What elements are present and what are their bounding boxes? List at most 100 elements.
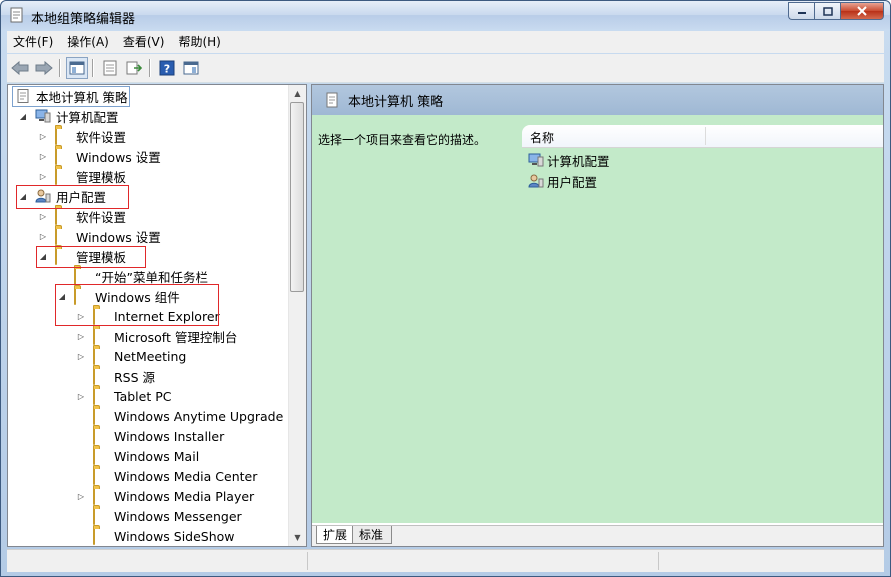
menu-help[interactable]: 帮助(H)	[172, 31, 226, 53]
tree-node-start-menu[interactable]: “开始”菜单和任务栏	[57, 266, 208, 286]
menu-action[interactable]: 操作(A)	[61, 31, 115, 53]
description-text: 选择一个项目来查看它的描述。	[318, 133, 487, 147]
tree-node-component[interactable]: Windows Media Center	[76, 466, 257, 486]
export-icon	[126, 61, 142, 75]
expand-arrow-icon[interactable]: ▷	[38, 231, 48, 241]
tree-node-uc-windows[interactable]: ▷ Windows 设置	[38, 226, 161, 246]
tree-label: Internet Explorer	[114, 308, 220, 324]
action-pane-icon	[183, 61, 199, 75]
help-button[interactable]: ?	[156, 57, 178, 79]
tree-label: Microsoft 管理控制台	[114, 329, 238, 345]
tab-standard[interactable]: 标准	[352, 526, 393, 544]
collapse-arrow-icon[interactable]: ◢	[38, 251, 48, 261]
folder-icon	[74, 288, 76, 305]
details-pane: 本地计算机 策略 选择一个项目来查看它的描述。 名称 计算机配置 用户配置 扩展…	[311, 84, 884, 547]
expand-arrow-icon[interactable]: ▷	[76, 311, 86, 321]
tree-vertical-scrollbar[interactable]: ▲ ▼	[288, 85, 306, 546]
export-list-button[interactable]	[123, 57, 145, 79]
menu-view[interactable]: 查看(V)	[117, 31, 171, 53]
tree-label: Tablet PC	[114, 388, 172, 404]
show-hide-tree-button[interactable]	[66, 57, 88, 79]
tree-node-component[interactable]: RSS 源	[76, 366, 155, 386]
tree-label: Windows Installer	[114, 428, 225, 444]
tree-node-component[interactable]: ▷ Internet Explorer	[76, 306, 220, 326]
forward-arrow-icon	[35, 61, 53, 75]
list-item-user-config[interactable]: 用户配置	[528, 171, 597, 191]
expand-arrow-icon[interactable]: ▷	[76, 391, 86, 401]
expand-arrow-icon[interactable]: ▷	[38, 131, 48, 141]
properties-button[interactable]	[99, 57, 121, 79]
tree-node-cc-admin[interactable]: ▷ 管理模板	[38, 166, 126, 186]
minimize-button[interactable]	[788, 2, 814, 20]
scroll-down-icon[interactable]: ▼	[289, 529, 306, 546]
tree-node-component[interactable]: ▷ NetMeeting	[76, 346, 186, 366]
expand-arrow-icon[interactable]: ▷	[76, 331, 86, 341]
folder-icon	[93, 308, 95, 325]
tree-label: 计算机配置	[56, 109, 119, 125]
folder-icon	[93, 348, 95, 365]
folder-icon	[93, 408, 95, 425]
console-tree-icon	[69, 61, 85, 75]
collapse-arrow-icon[interactable]: ◢	[57, 291, 67, 301]
expand-arrow-icon[interactable]: ▷	[76, 351, 86, 361]
collapse-arrow-icon[interactable]: ◢	[18, 191, 28, 201]
expand-arrow-icon[interactable]: ▷	[76, 491, 86, 501]
scroll-thumb[interactable]	[290, 102, 304, 292]
computer-icon	[528, 153, 544, 167]
tree-label: Windows Messenger	[114, 508, 242, 524]
folder-icon	[93, 368, 95, 385]
tree-node-user-config[interactable]: ◢ 用户配置	[18, 186, 106, 206]
folder-icon	[74, 268, 76, 285]
tree-node-component[interactable]: ▷ Windows Media Player	[76, 486, 254, 506]
tree-node-component[interactable]: Windows SideShow	[76, 526, 235, 546]
tree-node-component[interactable]: Windows Messenger	[76, 506, 242, 526]
tree-node-component[interactable]: Windows Installer	[76, 426, 224, 446]
tree-label: Windows 设置	[76, 229, 161, 245]
details-title: 本地计算机 策略	[348, 94, 444, 110]
tree-label: “开始”菜单和任务栏	[95, 269, 208, 285]
maximize-button[interactable]	[814, 2, 840, 20]
folder-icon	[93, 468, 95, 485]
tree-label: Windows Mail	[114, 448, 200, 464]
scroll-up-icon[interactable]: ▲	[289, 85, 306, 102]
collapse-arrow-icon[interactable]: ◢	[18, 111, 28, 121]
tree-node-cc-windows[interactable]: ▷ Windows 设置	[38, 146, 161, 166]
folder-icon	[55, 208, 57, 225]
tree-node-uc-software[interactable]: ▷ 软件设置	[38, 206, 126, 226]
folder-icon	[93, 508, 95, 525]
expand-arrow-icon[interactable]: ▷	[38, 211, 48, 221]
tree-node-root[interactable]: 本地计算机 策略	[12, 85, 131, 107]
tree-node-computer-config[interactable]: ◢ 计算机配置	[18, 106, 119, 126]
close-button[interactable]	[840, 2, 884, 20]
tree-node-cc-software[interactable]: ▷ 软件设置	[38, 126, 126, 146]
tree-node-uc-admin[interactable]: ◢ 管理模板	[38, 246, 126, 266]
tree-label: 软件设置	[76, 129, 127, 145]
tree-node-component[interactable]: ▷ Tablet PC	[76, 386, 171, 406]
tree-label: 软件设置	[76, 209, 127, 225]
expand-arrow-icon[interactable]: ▷	[38, 151, 48, 161]
tree-label: 本地计算机 策略	[36, 89, 128, 105]
back-arrow-icon	[11, 61, 29, 75]
forward-button[interactable]	[33, 57, 55, 79]
column-header-name[interactable]: 名称	[530, 129, 554, 146]
tree-label: Windows Media Center	[114, 468, 258, 484]
tree-node-windows-components[interactable]: ◢ Windows 组件	[57, 286, 180, 306]
folder-icon	[55, 228, 57, 245]
list-item-computer-config[interactable]: 计算机配置	[528, 150, 610, 170]
show-action-pane-button[interactable]	[180, 57, 202, 79]
title-bar[interactable]: 本地组策略编辑器	[1, 1, 890, 29]
tab-extended[interactable]: 扩展	[316, 526, 357, 544]
column-separator[interactable]	[705, 127, 706, 145]
menu-file[interactable]: 文件(F)	[7, 31, 59, 53]
maximize-icon	[822, 6, 833, 16]
tree-label: Windows Anytime Upgrade	[114, 408, 284, 424]
properties-icon	[103, 60, 117, 76]
tree-label: Windows 组件	[95, 289, 180, 305]
tree-node-component[interactable]: Windows Anytime Upgrade	[76, 406, 283, 426]
window-title: 本地组策略编辑器	[31, 12, 136, 27]
back-button[interactable]	[9, 57, 31, 79]
close-icon	[857, 6, 867, 16]
tree-node-component[interactable]: ▷ Microsoft 管理控制台	[76, 326, 237, 346]
tree-node-component[interactable]: Windows Mail	[76, 446, 199, 466]
expand-arrow-icon[interactable]: ▷	[38, 171, 48, 181]
